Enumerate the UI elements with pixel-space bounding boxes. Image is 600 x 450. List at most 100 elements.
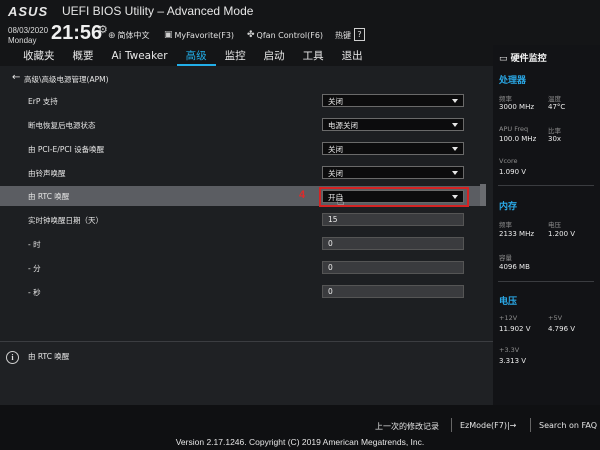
hardware-monitor-label: 硬件监控 (510, 54, 547, 64)
mem-freq-value: 2133 MHz (499, 230, 535, 238)
favorite-icon: ▣ (164, 30, 173, 40)
chevron-down-icon (452, 99, 458, 103)
apu-freq-label: APU Freq (499, 125, 529, 133)
chevron-down-icon (452, 147, 458, 151)
back-arrow-icon[interactable]: ← (12, 72, 20, 83)
dropdown-value: 关闭 (328, 145, 343, 154)
cpu-ratio-value: 30x (548, 135, 562, 143)
cpu-ratio-label: 比率 (548, 127, 561, 135)
tab-main[interactable]: 概要 (64, 48, 103, 64)
setting-label: - 秒 (28, 288, 41, 297)
setting-label: ErP 支持 (28, 97, 58, 106)
scrollbar-thumb[interactable] (480, 184, 486, 206)
apu-freq-value: 100.0 MHz (499, 135, 537, 143)
clock: 21:56 (51, 22, 103, 44)
language-button[interactable]: ⊕ 简体中文 (108, 30, 150, 41)
input-value: 0 (328, 287, 333, 296)
setting-label: 由 PCI-E/PCI 设备唤醒 (28, 145, 105, 154)
breadcrumb: 高级\高级电源管理(APM) (24, 75, 109, 84)
tab-exit[interactable]: 退出 (333, 48, 372, 64)
divider (530, 418, 531, 432)
setting-label: 断电恢复后电源状态 (28, 121, 96, 130)
ring-wake-dropdown[interactable]: 关闭 (322, 166, 464, 179)
rtc-minute-input[interactable]: 0 (322, 261, 464, 274)
v5-value: 4.796 V (548, 325, 576, 333)
hotkey-button[interactable]: ? (354, 28, 365, 41)
dropdown-value: 关闭 (328, 169, 343, 178)
ezmode-button[interactable]: EzMode(F7)|→ (460, 421, 516, 430)
app-title: UEFI BIOS Utility – Advanced Mode (62, 4, 254, 18)
vcore-label: Vcore (499, 157, 518, 165)
weekday-text: Monday (8, 36, 37, 45)
v12-label: +12V (499, 314, 518, 322)
tab-ai-tweaker[interactable]: Ai Tweaker (103, 48, 177, 64)
setting-row-rtc-date[interactable]: 实时钟唤醒日期（天） 15 (0, 210, 480, 230)
pcie-wake-dropdown[interactable]: 关闭 (322, 142, 464, 155)
erp-dropdown[interactable]: 关闭 (322, 94, 464, 107)
date-display: 08/03/2020 Monday (8, 26, 48, 46)
hotkey-label[interactable]: 热键 (335, 30, 351, 41)
globe-icon: ⊕ (108, 30, 116, 41)
divider (451, 418, 452, 432)
mem-volt-value: 1.200 V (548, 230, 576, 238)
myfavorite-button[interactable]: ▣ MyFavorite(F3) (164, 30, 234, 40)
monitor-icon: ▭ (499, 54, 511, 64)
gear-icon[interactable]: ⚙ (98, 23, 108, 36)
hand-cursor-icon: ☝ (337, 194, 345, 208)
input-value: 15 (328, 215, 338, 224)
myfavorite-label: MyFavorite(F3) (174, 30, 235, 40)
asus-logo: ASUS (8, 4, 49, 19)
v5-label: +5V (548, 314, 563, 322)
cpu-freq-value: 3000 MHz (499, 103, 535, 111)
annotation-step-number: 4 (299, 189, 306, 201)
tab-monitor[interactable]: 监控 (216, 48, 255, 64)
divider (498, 281, 594, 282)
cpu-temp-label: 温度 (548, 95, 561, 103)
v33-value: 3.313 V (499, 357, 527, 365)
qfan-control-button[interactable]: ✤ Qfan Control(F6) (247, 30, 323, 40)
language-label: 简体中文 (117, 31, 150, 40)
tab-boot[interactable]: 启动 (255, 48, 294, 64)
cpu-freq-label: 频率 (499, 95, 512, 103)
setting-label: - 时 (28, 240, 41, 249)
rtc-hour-input[interactable]: 0 (322, 237, 464, 250)
setting-row-ring-wake[interactable]: 由铃声唤醒 关闭 (0, 163, 480, 183)
setting-row-pcie-wake[interactable]: 由 PCI-E/PCI 设备唤醒 关闭 (0, 139, 480, 159)
setting-row-restore-ac-power[interactable]: 断电恢复后电源状态 电源关闭 (0, 115, 480, 135)
main-tabs: 收藏夹 概要 Ai Tweaker 高级 监控 启动 工具 退出 (14, 48, 372, 66)
rtc-date-input[interactable]: 15 (322, 213, 464, 226)
setting-row-rtc-hour[interactable]: - 时 0 (0, 234, 480, 254)
setting-label: - 分 (28, 264, 41, 273)
divider (498, 185, 594, 186)
dropdown-value: 关闭 (328, 97, 343, 106)
tab-favorites[interactable]: 收藏夹 (14, 48, 64, 64)
setting-row-erp[interactable]: ErP 支持 关闭 (0, 91, 480, 111)
setting-row-rtc-minute[interactable]: - 分 0 (0, 258, 480, 278)
tab-advanced[interactable]: 高级 (176, 48, 216, 66)
fan-icon: ✤ (247, 30, 255, 40)
search-faq-button[interactable]: Search on FAQ (539, 421, 597, 430)
cpu-temp-value: 47°C (548, 103, 566, 111)
chevron-down-icon (452, 123, 458, 127)
rtc-second-input[interactable]: 0 (322, 285, 464, 298)
qfan-label: Qfan Control(F6) (256, 30, 324, 40)
tab-tool[interactable]: 工具 (294, 48, 333, 64)
setting-label: 实时钟唤醒日期（天） (28, 216, 103, 225)
help-panel (0, 341, 493, 406)
last-modified-button[interactable]: 上一次的修改记录 (375, 421, 439, 432)
mem-capacity-label: 容量 (499, 254, 512, 262)
dropdown-value: 电源关闭 (328, 121, 358, 130)
info-icon: i (6, 351, 19, 364)
help-text: 由 RTC 唤醒 (28, 352, 70, 361)
v33-label: +3.3V (499, 346, 520, 354)
setting-label: 由铃声唤醒 (28, 169, 66, 178)
voltage-section-title: 电压 (499, 297, 518, 307)
restore-ac-power-dropdown[interactable]: 电源关闭 (322, 118, 464, 131)
input-value: 0 (328, 263, 333, 272)
hardware-monitor-title: ▭ 硬件监控 (499, 51, 547, 64)
mem-freq-label: 频率 (499, 221, 512, 229)
setting-row-rtc-second[interactable]: - 秒 0 (0, 282, 480, 302)
version-text: Version 2.17.1246. Copyright (C) 2019 Am… (175, 437, 425, 447)
chevron-down-icon (452, 171, 458, 175)
setting-label: 由 RTC 唤醒 (28, 192, 70, 201)
